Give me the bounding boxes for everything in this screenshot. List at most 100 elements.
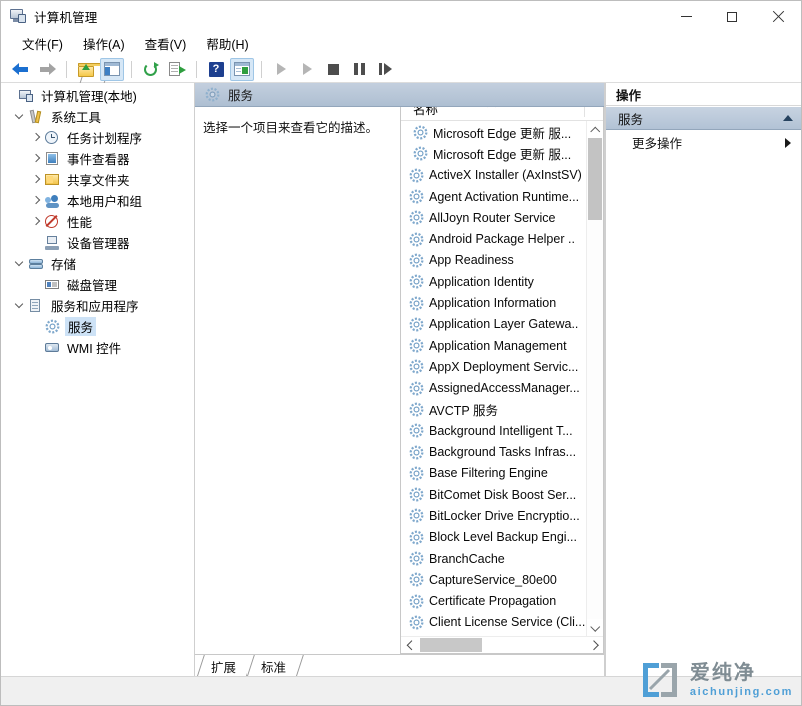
refresh-button[interactable]	[139, 58, 163, 81]
tree-node-services-and-applications[interactable]: 服务和应用程序	[1, 295, 194, 316]
scroll-down-button[interactable]	[587, 619, 603, 636]
list-item[interactable]: Agent Activation Runtime...	[401, 186, 586, 207]
arrow-left-icon	[12, 62, 30, 76]
close-button[interactable]	[755, 1, 801, 32]
list-item[interactable]: Android Package Helper ..	[401, 228, 586, 249]
tree-node-label: 任务计划程序	[67, 132, 143, 146]
service-name: Application Management	[429, 338, 567, 353]
stop-service-button[interactable]	[321, 58, 345, 81]
menu-file[interactable]: 文件(F)	[12, 32, 73, 56]
forward-button[interactable]	[35, 58, 59, 81]
scroll-track[interactable]	[587, 138, 603, 619]
tree-expander-expanded[interactable]	[11, 113, 27, 120]
service-gear-icon	[409, 210, 424, 225]
menu-view[interactable]: 查看(V)	[135, 32, 197, 56]
show-hide-tree-button[interactable]	[100, 57, 124, 81]
list-item[interactable]: Background Intelligent T...	[401, 420, 586, 441]
list-item[interactable]: Application Information	[401, 292, 586, 313]
actions-group-services[interactable]: 服务	[606, 106, 801, 130]
actions-pane-title: 操作	[606, 83, 801, 106]
hscroll-track[interactable]	[418, 636, 586, 653]
list-item[interactable]: Base Filtering Engine	[401, 463, 586, 484]
service-name: CaptureService_80e00	[429, 572, 557, 587]
console-tree-pane[interactable]: 计算机管理(本地) 系统工具 任务计划程序 事件查看器 共享文件夹 本地用户和组…	[1, 83, 195, 676]
tree-node-shared-folders[interactable]: 共享文件夹	[1, 169, 194, 190]
tree-node-disk-management[interactable]: 磁盘管理	[1, 274, 194, 295]
list-item[interactable]: Application Identity	[401, 271, 586, 292]
window-controls	[663, 1, 801, 32]
menu-help[interactable]: 帮助(H)	[196, 32, 258, 56]
collapse-up-icon[interactable]	[783, 115, 793, 121]
tree-node-computer-management[interactable]: 计算机管理(本地)	[1, 85, 194, 106]
tree-expander-expanded[interactable]	[11, 302, 27, 309]
tree-expander-collapsed[interactable]	[27, 134, 43, 141]
minimize-button[interactable]	[663, 1, 709, 32]
list-item[interactable]: BitLocker Drive Encryptio...	[401, 505, 586, 526]
list-item[interactable]: ActiveX Installer (AxInstSV)	[401, 165, 586, 186]
hscroll-thumb[interactable]	[420, 637, 482, 652]
list-item[interactable]: Block Level Backup Engi...	[401, 527, 586, 548]
main-body: 计算机管理(本地) 系统工具 任务计划程序 事件查看器 共享文件夹 本地用户和组…	[1, 83, 801, 676]
list-item[interactable]: Microsoft Edge 更新 服...	[401, 143, 586, 164]
service-gear-icon	[409, 232, 424, 247]
tree-node-label: 计算机管理(本地)	[41, 90, 137, 104]
help-button[interactable]: ?	[204, 58, 228, 81]
list-item[interactable]: AVCTP 服务	[401, 399, 586, 420]
list-item[interactable]: Certificate Propagation	[401, 591, 586, 612]
list-item[interactable]: App Readiness	[401, 250, 586, 271]
start-service-button[interactable]	[269, 58, 293, 81]
tree-node-event-viewer[interactable]: 事件查看器	[1, 148, 194, 169]
services-apps-icon	[27, 298, 45, 313]
list-horizontal-scrollbar[interactable]	[401, 636, 603, 653]
menu-action[interactable]: 操作(A)	[73, 32, 135, 56]
export-list-button[interactable]	[165, 58, 189, 81]
scroll-thumb[interactable]	[588, 138, 602, 220]
tree-node-local-users-groups[interactable]: 本地用户和组	[1, 190, 194, 211]
tree-expander-expanded[interactable]	[11, 260, 27, 267]
chevron-left-icon	[406, 641, 414, 649]
tree-node-system-tools[interactable]: 系统工具	[1, 106, 194, 127]
tree-expander-collapsed[interactable]	[27, 197, 43, 204]
list-item[interactable]: Client License Service (Cli...	[401, 612, 586, 633]
tree-node-services[interactable]: 服务	[1, 316, 194, 337]
tree-expander-collapsed[interactable]	[27, 176, 43, 183]
scroll-up-button[interactable]	[587, 121, 603, 138]
service-gear-icon	[409, 168, 424, 183]
properties-button[interactable]	[230, 57, 254, 81]
tree-expander-collapsed[interactable]	[27, 155, 43, 162]
tab-standard[interactable]: 标准	[247, 655, 298, 676]
action-more-actions[interactable]: 更多操作	[606, 130, 801, 155]
maximize-button[interactable]	[709, 1, 755, 32]
restart-service-button[interactable]	[373, 58, 397, 81]
list-item[interactable]: BitComet Disk Boost Ser...	[401, 484, 586, 505]
service-gear-icon	[409, 551, 424, 566]
list-item[interactable]: AssignedAccessManager...	[401, 378, 586, 399]
pause-service-button[interactable]	[347, 58, 371, 81]
scroll-right-button[interactable]	[586, 641, 603, 649]
scroll-left-button[interactable]	[401, 641, 418, 649]
tab-extended[interactable]: 扩展	[197, 655, 248, 676]
tree-node-task-scheduler[interactable]: 任务计划程序	[1, 127, 194, 148]
watermark: 爱纯净 aichunjing.com	[639, 659, 793, 701]
list-item[interactable]: Background Tasks Infras...	[401, 441, 586, 462]
list-item[interactable]: BranchCache	[401, 548, 586, 569]
up-one-level-button[interactable]	[74, 58, 105, 81]
list-item[interactable]: AllJoyn Router Service	[401, 207, 586, 228]
list-item[interactable]: AppX Deployment Servic...	[401, 356, 586, 377]
services-list[interactable]: Microsoft Edge 更新 服... Microsoft Edge 更新…	[401, 121, 586, 636]
list-item[interactable]: Application Management	[401, 335, 586, 356]
tree-node-storage[interactable]: 存储	[1, 253, 194, 274]
service-description-panel: 选择一个项目来查看它的描述。	[195, 107, 407, 654]
list-vertical-scrollbar[interactable]	[586, 121, 603, 636]
list-item[interactable]: Microsoft Edge 更新 服...	[401, 122, 586, 143]
tree-node-wmi-control[interactable]: WMI 控件	[1, 337, 194, 358]
tree-node-performance[interactable]: 性能	[1, 211, 194, 232]
resume-service-button[interactable]	[295, 58, 319, 81]
tree-expander-collapsed[interactable]	[27, 218, 43, 225]
tree-node-device-manager[interactable]: 设备管理器	[1, 232, 194, 253]
list-item[interactable]: CaptureService_80e00	[401, 569, 586, 590]
tab-label: 标准	[261, 661, 287, 675]
list-item[interactable]: Application Layer Gatewa..	[401, 314, 586, 335]
service-gear-icon	[409, 508, 424, 523]
back-button[interactable]	[9, 58, 33, 81]
